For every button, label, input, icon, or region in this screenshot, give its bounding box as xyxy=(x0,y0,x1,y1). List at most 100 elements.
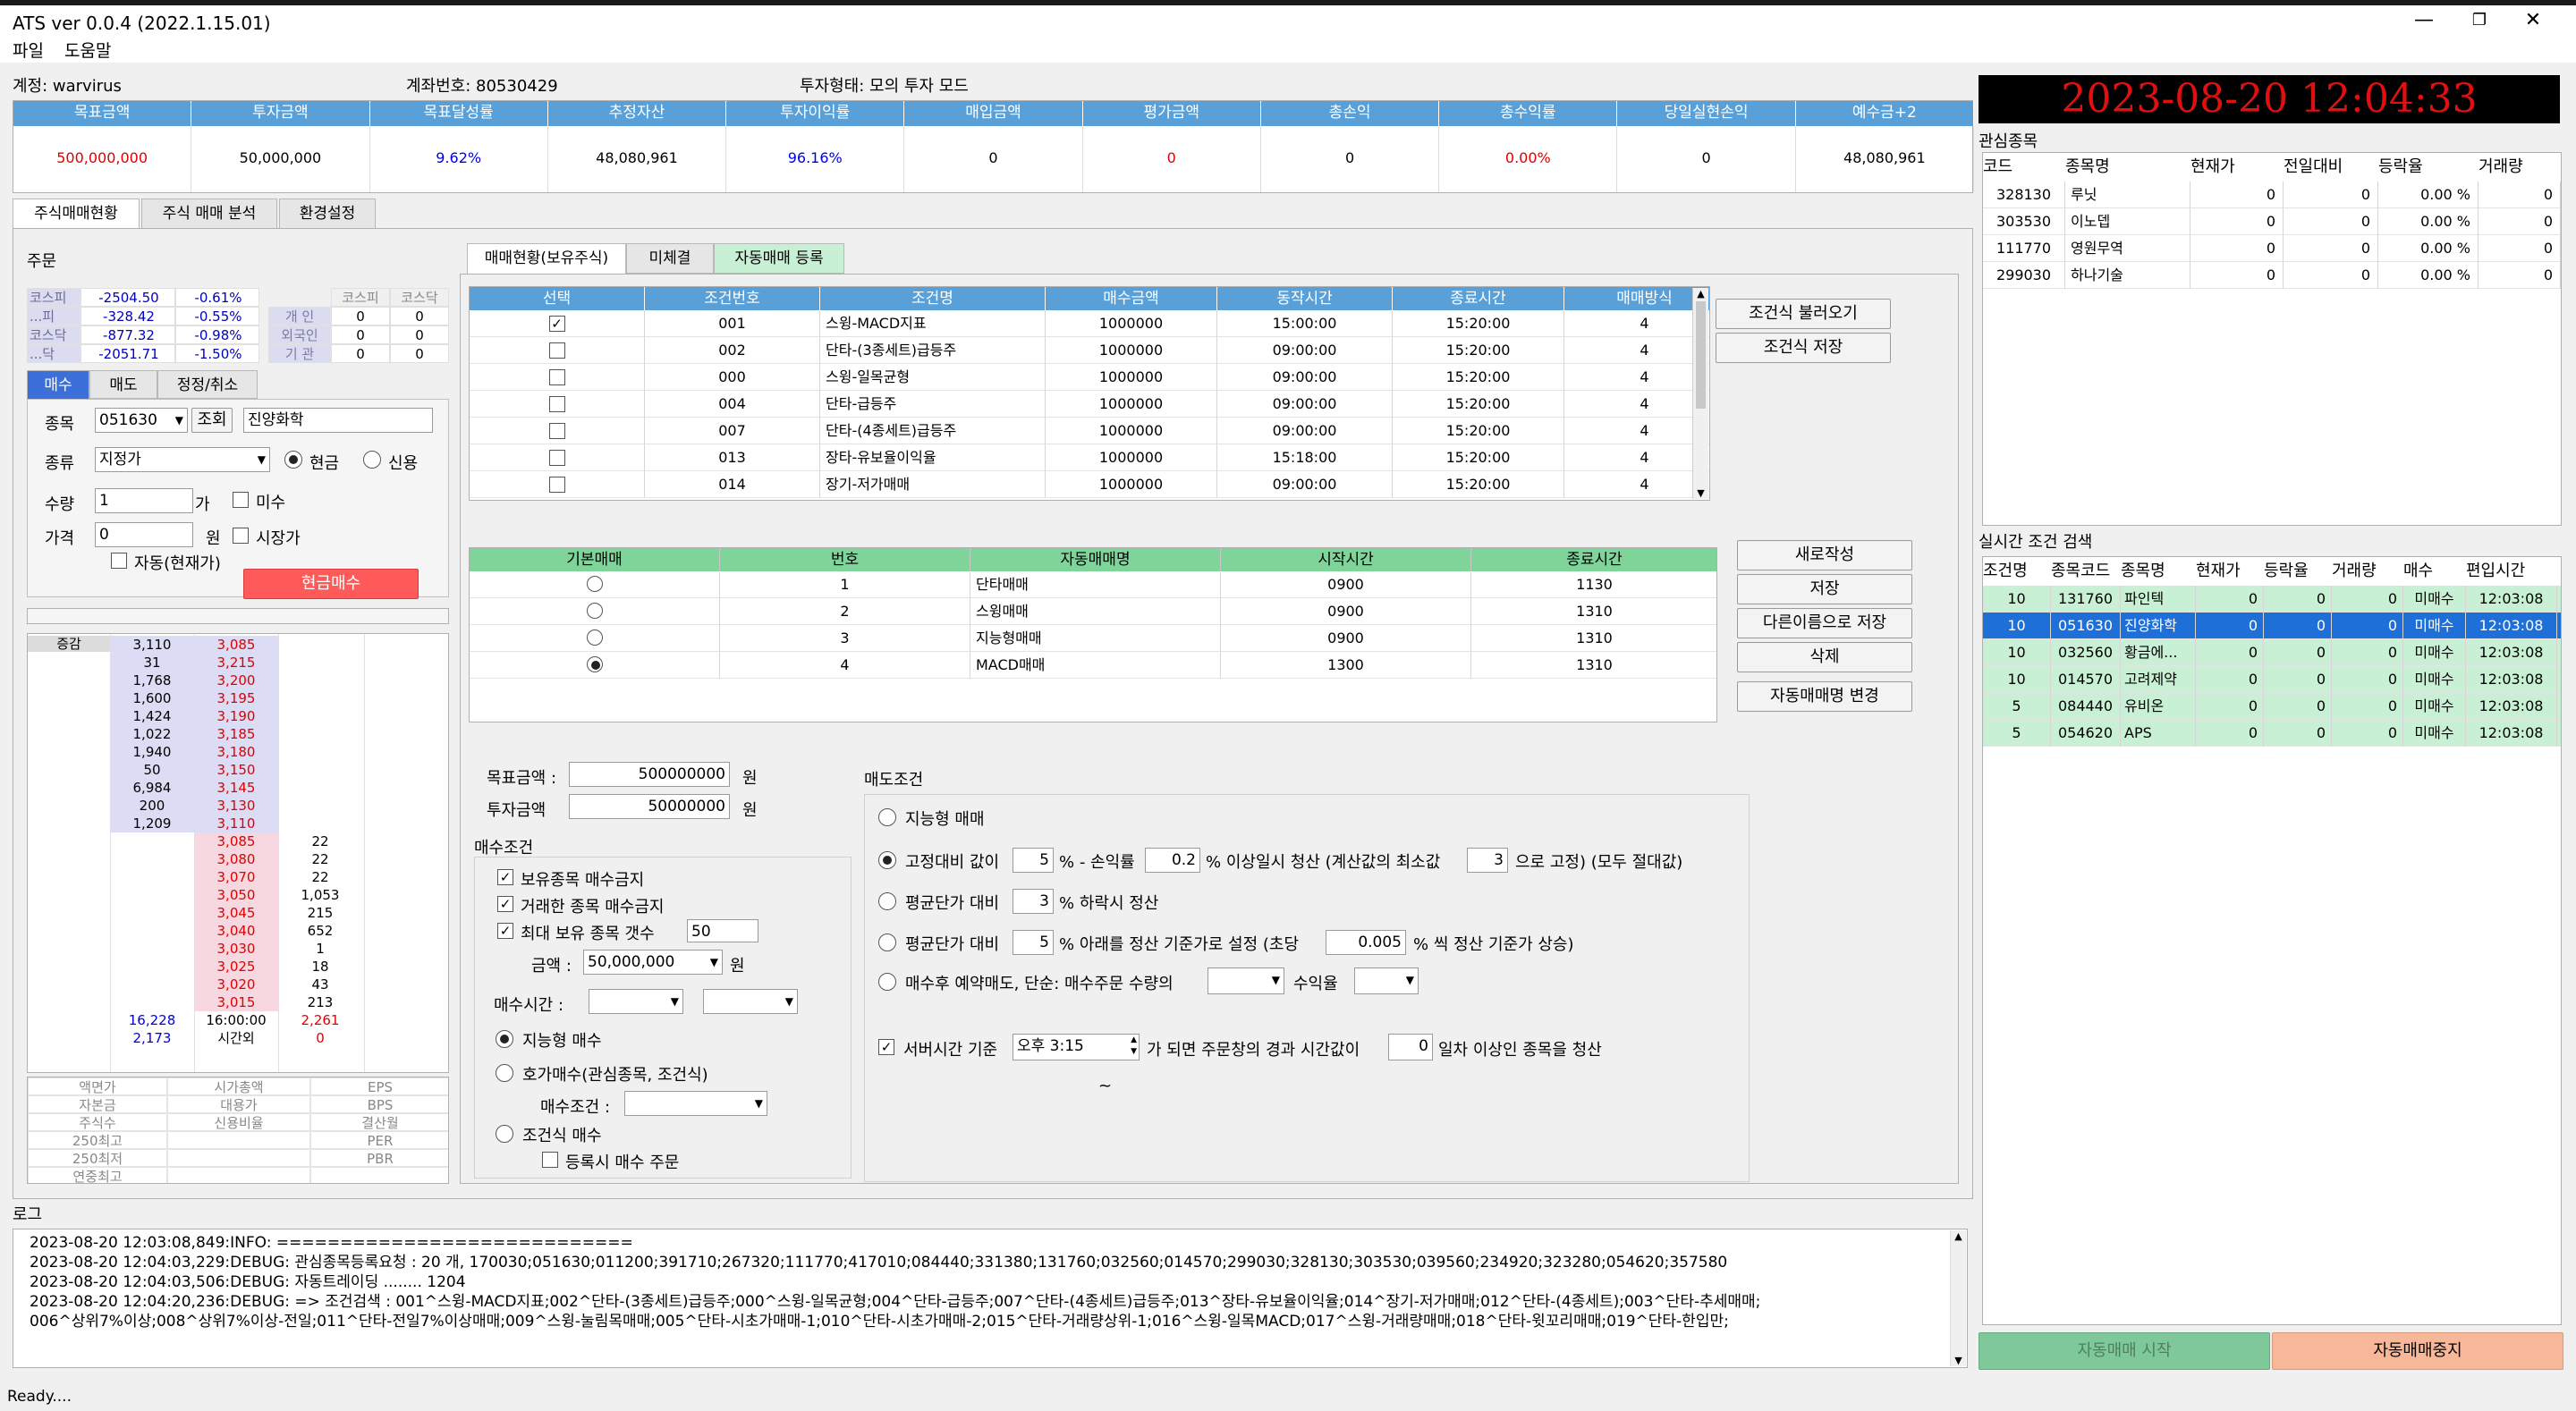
lookup-button[interactable]: 조회 xyxy=(191,408,233,433)
table-row[interactable]: 299030 하나기술 0 0 0.00 % 0 xyxy=(1983,262,2561,289)
column-header[interactable]: 거래량 xyxy=(2332,557,2403,586)
select-checkbox[interactable] xyxy=(470,391,645,418)
table-row[interactable]: 5 054620 APS 0 0 0 미매수 12:03:08 xyxy=(1983,720,2561,747)
select-checkbox[interactable] xyxy=(470,471,645,498)
column-header[interactable]: 시작시간 xyxy=(1221,548,1471,571)
radio-circle[interactable] xyxy=(586,629,603,646)
no-buy-held-checkbox[interactable]: ✓ xyxy=(497,869,513,885)
smart-buy-radio[interactable] xyxy=(496,1030,513,1048)
tab-stock-trading[interactable]: 주식매매현황 xyxy=(13,199,140,229)
table-row[interactable]: 4 MACD매매 1300 1310 xyxy=(470,652,1716,679)
radio-circle[interactable] xyxy=(586,576,603,592)
column-header[interactable]: 등락율 xyxy=(2264,557,2332,586)
price-field[interactable]: 0 xyxy=(95,522,193,547)
reserve-qty-combo[interactable]: ▼ xyxy=(1208,967,1284,994)
tab-buy[interactable]: 매수 xyxy=(27,370,89,399)
profit-rate-field[interactable]: 0.2 xyxy=(1145,848,1200,873)
table-row[interactable]: 10 051630 진양화학 0 0 0 미매수 12:03:08 xyxy=(1983,613,2561,639)
scroll-up-icon[interactable]: ▲ xyxy=(1951,1230,1966,1242)
tab-unfilled[interactable]: 미체결 xyxy=(626,243,714,274)
table-row[interactable]: 328130 루닛 0 0 0.00 % 0 xyxy=(1983,182,2561,208)
log-box[interactable]: 2023-08-20 12:03:08,849:INFO: ==========… xyxy=(13,1229,1968,1368)
avg-base-field[interactable]: 5 xyxy=(1013,930,1054,955)
tab-settings[interactable]: 환경설정 xyxy=(279,199,376,229)
table-row[interactable]: 1 단타매매 0900 1130 xyxy=(470,571,1716,598)
column-header[interactable]: 선택 xyxy=(470,287,645,310)
table-row[interactable]: 007 단타-(4종세트)급등주 1000000 09:00:00 15:20:00 4 xyxy=(470,418,1709,444)
column-header[interactable]: 조건번호 xyxy=(645,287,820,310)
save-condition-button[interactable]: 조건식 저장 xyxy=(1716,333,1891,363)
avg-drop-radio[interactable] xyxy=(878,892,896,910)
scroll-thumb[interactable] xyxy=(1696,301,1706,409)
table-row[interactable]: 000 스윙-일목균형 1000000 09:00:00 15:20:00 4 xyxy=(470,364,1709,391)
scroll-down-icon[interactable]: ▼ xyxy=(1951,1355,1966,1366)
max-hold-checkbox[interactable]: ✓ xyxy=(497,923,513,939)
checkbox-box[interactable] xyxy=(548,423,565,439)
column-header[interactable]: 종목코드 xyxy=(2051,557,2121,586)
fixed-value-field[interactable]: 5 xyxy=(1013,848,1054,873)
checkbox-box[interactable] xyxy=(548,477,565,493)
checkbox-box[interactable] xyxy=(548,450,565,466)
select-checkbox[interactable] xyxy=(470,364,645,391)
cash-buy-button[interactable]: 현금매수 xyxy=(243,569,419,599)
reg-buy-checkbox[interactable] xyxy=(542,1152,558,1168)
condition-scrollbar[interactable]: ▲ ▼ xyxy=(1692,288,1708,499)
hoga-buy-radio[interactable] xyxy=(496,1064,513,1082)
table-row[interactable]: 2 스윙매매 0900 1310 xyxy=(470,598,1716,625)
server-time-field[interactable]: 오후 3:15 ▲ ▼ xyxy=(1013,1034,1140,1060)
auto-trade-start-button[interactable]: 자동매매 시작 xyxy=(1979,1332,2270,1370)
buy-time-start-combo[interactable]: ▼ xyxy=(589,989,683,1014)
reserve-rate-combo[interactable]: ▼ xyxy=(1354,967,1419,994)
buy-time-end-combo[interactable]: ▼ xyxy=(703,989,798,1014)
table-row[interactable]: 303530 이노뎁 0 0 0.00 % 0 xyxy=(1983,208,2561,235)
scroll-up-icon[interactable]: ▲ xyxy=(1693,288,1708,300)
days-field[interactable]: 0 xyxy=(1388,1034,1433,1060)
table-row[interactable]: 014 장기-저가매매 1000000 09:00:00 15:20:00 4 xyxy=(470,471,1709,498)
restore-icon[interactable]: ❐ xyxy=(2462,11,2497,36)
column-header[interactable]: 코드 xyxy=(1983,153,2065,182)
log-scrollbar[interactable]: ▲ ▼ xyxy=(1950,1230,1966,1366)
server-time-checkbox[interactable]: ✓ xyxy=(878,1039,894,1055)
default-trade-radio[interactable] xyxy=(470,598,720,625)
table-row[interactable]: 5 084440 유비온 0 0 0 미매수 12:03:08 xyxy=(1983,693,2561,720)
scroll-down-icon[interactable]: ▼ xyxy=(1693,487,1708,499)
table-row[interactable]: 002 단타-(3종세트)급등주 1000000 09:00:00 15:20:00 4 xyxy=(470,337,1709,364)
column-header[interactable]: 종목명 xyxy=(2121,557,2196,586)
tab-sell[interactable]: 매도 xyxy=(89,370,157,399)
checkbox-box[interactable] xyxy=(548,396,565,412)
checkbox-box[interactable]: ✓ xyxy=(548,316,565,332)
column-header[interactable]: 번호 xyxy=(720,548,970,571)
default-trade-radio[interactable] xyxy=(470,652,720,679)
column-header[interactable]: 동작시간 xyxy=(1217,287,1393,310)
column-header[interactable]: 종료시간 xyxy=(1471,548,1716,571)
tab-auto-register[interactable]: 자동매매 등록 xyxy=(714,243,844,274)
delete-button[interactable]: 삭제 xyxy=(1737,642,1912,672)
default-trade-radio[interactable] xyxy=(470,625,720,652)
avg-drop-field[interactable]: 3 xyxy=(1013,889,1054,914)
table-row[interactable]: 10 014570 고려제약 0 0 0 미매수 12:03:08 xyxy=(1983,666,2561,693)
save-button[interactable]: 저장 xyxy=(1737,574,1912,604)
column-header[interactable]: 기본매매 xyxy=(470,548,720,571)
menu-help[interactable]: 도움말 xyxy=(64,38,111,62)
close-icon[interactable]: ✕ xyxy=(2515,9,2551,34)
select-checkbox[interactable]: ✓ xyxy=(470,310,645,337)
market-price-checkbox[interactable] xyxy=(233,528,249,544)
per-second-field[interactable]: 0.005 xyxy=(1326,930,1406,955)
auto-price-checkbox[interactable] xyxy=(111,553,127,569)
column-header[interactable]: 종목명 xyxy=(2065,153,2190,182)
unmatched-checkbox[interactable] xyxy=(233,492,249,508)
radio-circle[interactable] xyxy=(586,603,603,619)
column-header[interactable]: 현재가 xyxy=(2196,557,2264,586)
column-header[interactable]: 거래량 xyxy=(2479,153,2561,182)
invest-field[interactable]: 50000000 xyxy=(569,794,730,819)
rename-button[interactable]: 자동매매명 변경 xyxy=(1737,681,1912,712)
min-value-field[interactable]: 3 xyxy=(1467,848,1508,873)
column-header[interactable]: 매수금액 xyxy=(1046,287,1217,310)
column-header[interactable]: 등락율 xyxy=(2378,153,2479,182)
checkbox-box[interactable] xyxy=(548,342,565,359)
menu-file[interactable]: 파일 xyxy=(13,38,44,62)
avg-base-radio[interactable] xyxy=(878,934,896,951)
default-trade-radio[interactable] xyxy=(470,571,720,598)
select-checkbox[interactable] xyxy=(470,444,645,471)
table-row[interactable]: 004 단타-급등주 1000000 09:00:00 15:20:00 4 xyxy=(470,391,1709,418)
